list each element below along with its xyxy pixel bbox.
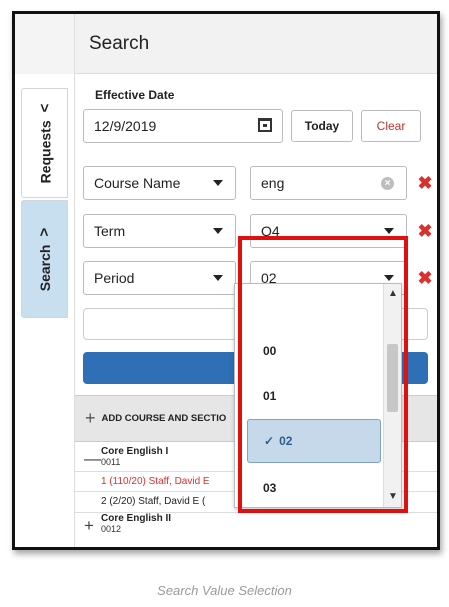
course-name-value: eng	[261, 175, 285, 191]
tab-search-label: Search	[36, 244, 53, 291]
caret-down-icon	[384, 275, 394, 281]
effective-date-value: 12/9/2019	[94, 118, 157, 134]
tab-search[interactable]: Search >	[21, 200, 68, 318]
chevron-right-icon: >	[36, 227, 53, 237]
effective-date-label: Effective Date	[95, 88, 175, 102]
tab-requests[interactable]: Requests <	[21, 88, 68, 198]
course-name: Core English II	[101, 513, 172, 524]
plus-icon: +	[85, 408, 96, 428]
vertical-tabs: Requests < Search >	[15, 74, 75, 547]
dropdown-option[interactable]: 03	[235, 471, 383, 505]
scrollbar-thumb[interactable]	[387, 344, 398, 412]
course-code: 0012	[101, 524, 122, 534]
remove-row-icon[interactable]: ✖	[415, 221, 435, 241]
add-course-section-label: ADD COURSE AND SECTIO	[101, 413, 227, 424]
dropdown-option[interactable]: 00	[235, 334, 383, 368]
calendar-icon[interactable]	[258, 118, 272, 132]
term-value-select[interactable]: Q4	[250, 214, 407, 248]
field-select-value: Period	[94, 270, 135, 286]
chevron-up-icon[interactable]: ▲	[384, 286, 401, 302]
check-icon: ✓	[264, 434, 275, 448]
course-name-input[interactable]: eng ×	[250, 166, 407, 200]
caret-down-icon	[384, 228, 394, 234]
remove-row-icon[interactable]: ✖	[415, 173, 435, 193]
dropdown-scrollbar[interactable]: ▲ ▼	[383, 284, 401, 507]
dropdown-option-label: 02	[279, 434, 293, 448]
remove-row-icon[interactable]: ✖	[415, 268, 435, 288]
field-select-period[interactable]: Period	[83, 261, 236, 295]
header: Search	[75, 14, 437, 74]
clear-input-icon[interactable]: ×	[381, 177, 394, 190]
image-caption: Search Value Selection	[157, 583, 292, 598]
corner-blank	[15, 14, 75, 74]
page-title: Search	[89, 33, 150, 54]
caret-down-icon	[213, 180, 223, 186]
effective-date-input[interactable]: 12/9/2019	[83, 109, 283, 143]
period-dropdown-list[interactable]: 00 01 ✓ 02 03 ▲ ▼	[234, 283, 402, 508]
tab-requests-label: Requests	[36, 119, 53, 183]
chevron-down-icon[interactable]: ▼	[384, 489, 401, 505]
field-select-value: Course Name	[94, 175, 181, 191]
plus-icon[interactable]: +	[84, 516, 94, 536]
minus-icon[interactable]: —	[84, 449, 101, 469]
clear-button[interactable]: Clear	[361, 110, 421, 142]
course-item[interactable]: + Core English II 0012	[75, 512, 437, 536]
field-select-value: Term	[94, 223, 126, 239]
term-value: Q4	[261, 223, 280, 239]
chevron-left-icon: <	[36, 103, 54, 112]
caret-down-icon	[213, 228, 223, 234]
dropdown-option-selected[interactable]: ✓ 02	[247, 419, 381, 463]
today-button[interactable]: Today	[291, 110, 353, 142]
dropdown-option[interactable]: 01	[235, 379, 383, 413]
field-select-term[interactable]: Term	[83, 214, 236, 248]
field-select-course-name[interactable]: Course Name	[83, 166, 236, 200]
caret-down-icon	[213, 275, 223, 281]
